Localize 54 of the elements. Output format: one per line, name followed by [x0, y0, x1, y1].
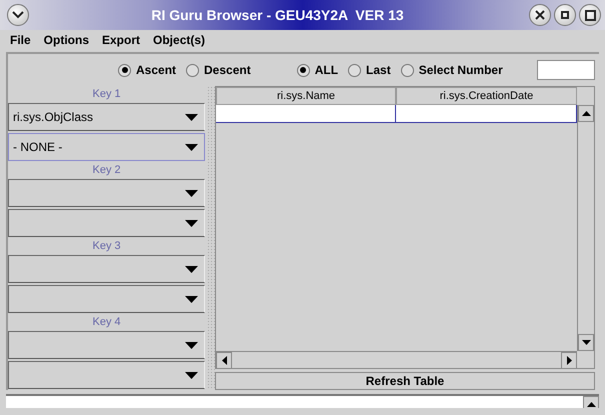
caret-icon [185, 296, 198, 302]
dropdown[interactable] [8, 331, 206, 359]
dropdown[interactable]: - NONE - [8, 133, 206, 161]
small-square-icon [561, 11, 569, 19]
close-button[interactable] [529, 4, 551, 26]
key-label: Key 3 [91, 239, 122, 254]
caret-icon [185, 342, 198, 348]
down-arrow-icon [582, 340, 590, 345]
menu-item[interactable]: Export [102, 31, 140, 49]
dropdown[interactable] [8, 285, 206, 313]
scroll-left-button[interactable] [216, 352, 232, 369]
key-label: Key 4 [91, 315, 122, 330]
scroll-down-button[interactable] [578, 334, 594, 351]
column-header[interactable]: ri.sys.CreationDate [396, 87, 577, 105]
dropdown[interactable] [8, 255, 206, 283]
radio-button[interactable]: Select Number [400, 61, 503, 79]
menu-item[interactable]: Object(s) [153, 31, 206, 49]
table-cell[interactable] [216, 105, 396, 122]
maximize-icon [584, 10, 596, 20]
radio-button[interactable]: ALL [296, 61, 338, 79]
window-title: RI Guru Browser - GEU43Y2A VER 13 [150, 6, 405, 24]
left-arrow-icon [222, 356, 226, 365]
dropdown[interactable] [8, 361, 206, 389]
caret-icon [185, 372, 198, 378]
scroll-right-button[interactable] [561, 352, 577, 369]
close-icon [535, 10, 545, 20]
chevron-down-icon [12, 11, 24, 19]
table-cell[interactable] [396, 105, 577, 122]
dropdown[interactable]: ri.sys.ObjClass [8, 103, 206, 131]
caret-icon [185, 144, 198, 150]
caret-icon [185, 220, 198, 226]
dropdown[interactable] [8, 209, 206, 237]
dropdown[interactable] [8, 179, 206, 207]
right-arrow-icon [566, 356, 572, 365]
radio-button[interactable]: Last [348, 61, 391, 79]
restore-button[interactable] [554, 4, 576, 26]
radio-button[interactable]: Descent [186, 61, 251, 79]
up-arrow-icon [586, 402, 596, 407]
menu-item[interactable]: Options [44, 31, 89, 49]
refresh-table-button[interactable]: Refresh Table [215, 372, 595, 390]
window-menu-button[interactable] [7, 4, 29, 26]
key-label: Key 1 [91, 87, 122, 102]
key-label: Key 2 [91, 163, 122, 178]
scroll-up-button[interactable] [583, 396, 599, 408]
radio-button[interactable]: Ascent [118, 61, 176, 79]
menu-item[interactable]: File [10, 31, 31, 49]
number-field[interactable] [537, 60, 595, 80]
up-arrow-icon [582, 111, 590, 116]
caret-icon [185, 266, 198, 272]
column-header[interactable]: ri.sys.Name [216, 87, 396, 105]
caret-icon [185, 114, 198, 120]
scroll-up-button[interactable] [578, 105, 594, 122]
maximize-button[interactable] [579, 4, 601, 26]
caret-icon [185, 190, 198, 196]
